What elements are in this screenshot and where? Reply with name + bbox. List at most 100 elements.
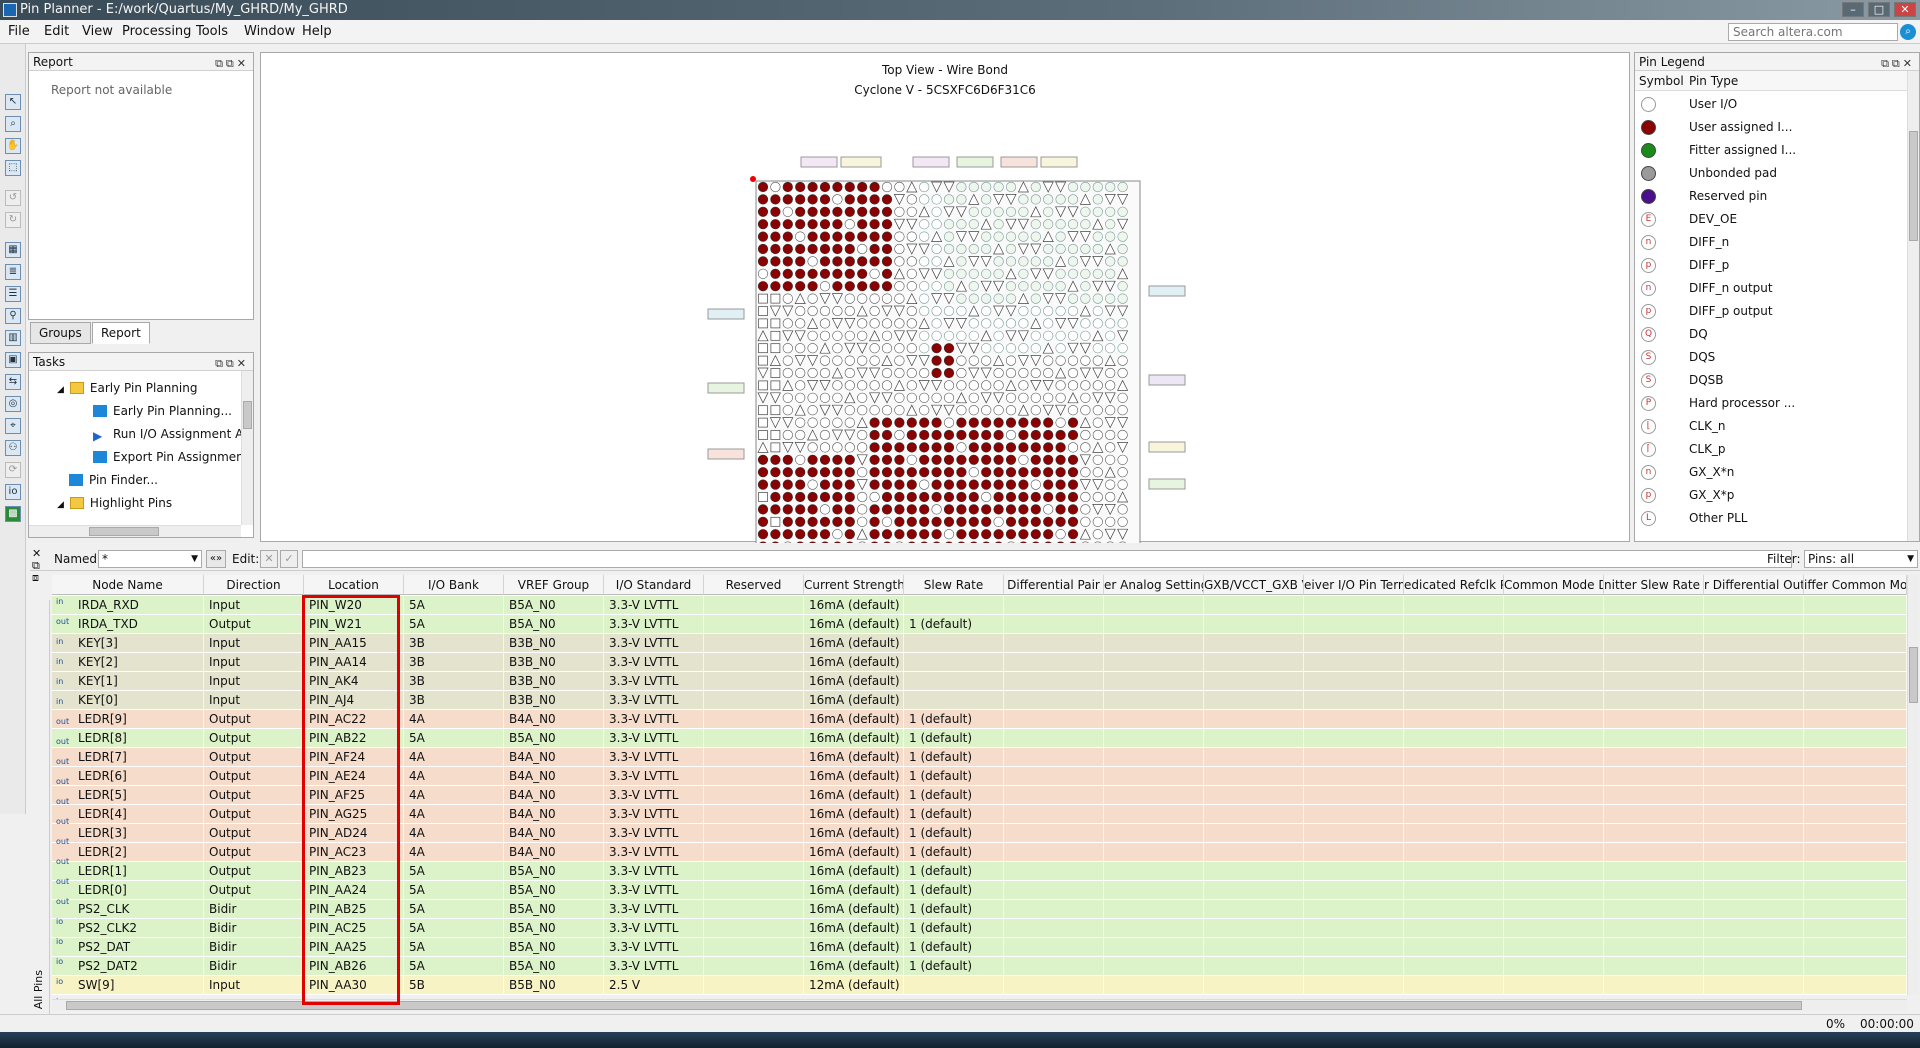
package-pin[interactable] <box>894 231 905 242</box>
package-pin[interactable] <box>869 231 880 242</box>
package-pin[interactable] <box>1117 181 1128 193</box>
package-pin[interactable] <box>894 504 905 515</box>
table-cell[interactable]: 3.3-V LVTTL <box>604 786 704 805</box>
table-cell[interactable] <box>1504 938 1604 957</box>
package-pin[interactable] <box>1005 318 1017 329</box>
table-cell[interactable] <box>704 634 804 653</box>
table-cell[interactable] <box>1004 938 1104 957</box>
package-pin[interactable] <box>1067 305 1079 317</box>
table-cell[interactable]: 3.3-V LVTTL <box>604 615 704 634</box>
package-pin[interactable] <box>857 293 868 304</box>
table-cell[interactable]: 16mA (default) <box>804 900 904 919</box>
package-pin[interactable] <box>832 206 843 217</box>
package-pin[interactable] <box>832 219 843 230</box>
package-pin[interactable] <box>1030 305 1041 317</box>
package-pin[interactable] <box>795 206 806 217</box>
package-pin[interactable] <box>832 454 843 465</box>
table-cell[interactable]: 5B <box>404 976 504 995</box>
package-pin[interactable] <box>832 281 843 292</box>
package-pin[interactable] <box>956 467 967 478</box>
table-cell[interactable] <box>704 710 804 729</box>
package-pin[interactable] <box>943 392 955 403</box>
package-pin[interactable] <box>819 281 831 292</box>
package-pin[interactable] <box>1067 429 1079 441</box>
table-cell[interactable] <box>1304 919 1404 938</box>
table-cell[interactable] <box>1004 748 1104 767</box>
table-cell[interactable] <box>1604 824 1704 843</box>
package-pin[interactable] <box>894 318 905 329</box>
package-pin[interactable] <box>981 479 992 490</box>
package-pin[interactable] <box>807 281 818 292</box>
selection-tool-icon[interactable]: ↖ <box>5 94 21 110</box>
package-pin[interactable] <box>770 380 781 391</box>
package-pin[interactable] <box>881 194 893 205</box>
package-pin[interactable] <box>844 219 855 230</box>
table-cell[interactable] <box>1204 729 1304 748</box>
package-pin[interactable] <box>956 293 967 304</box>
package-pin[interactable] <box>1018 516 1029 527</box>
table-cell[interactable]: LEDR[2] <box>52 843 204 862</box>
table-cell[interactable] <box>1704 634 1804 653</box>
package-pin[interactable] <box>795 367 806 379</box>
table-cell[interactable] <box>1004 710 1104 729</box>
table-cell[interactable] <box>1104 615 1204 634</box>
package-pin[interactable] <box>906 380 917 391</box>
package-pin[interactable] <box>1043 194 1054 205</box>
package-pin[interactable] <box>956 516 967 527</box>
table-cell[interactable] <box>1804 900 1907 919</box>
table-cell[interactable] <box>704 976 804 995</box>
table-cell[interactable]: 1 (default) <box>904 919 1004 938</box>
package-pin[interactable] <box>844 479 855 490</box>
package-pin[interactable] <box>770 504 781 515</box>
package-pin[interactable] <box>782 392 793 403</box>
package-pin[interactable] <box>795 479 806 490</box>
package-pin[interactable] <box>919 491 930 503</box>
package-pin[interactable] <box>956 442 967 453</box>
table-cell[interactable] <box>1704 615 1804 634</box>
table-cell[interactable] <box>1704 805 1804 824</box>
table-cell[interactable]: 1 (default) <box>904 957 1004 976</box>
table-cell[interactable] <box>1304 748 1404 767</box>
package-pin[interactable] <box>931 417 942 428</box>
table-cell[interactable] <box>1804 919 1907 938</box>
table-cell[interactable] <box>1404 881 1504 900</box>
panel-controls[interactable]: ⧉⧉✕ <box>215 55 249 73</box>
package-pin[interactable] <box>1067 355 1079 366</box>
package-pin[interactable] <box>1005 281 1017 292</box>
package-pin[interactable] <box>894 491 905 503</box>
table-cell[interactable]: LEDR[3] <box>52 824 204 843</box>
table-cell[interactable] <box>1304 672 1404 691</box>
package-pin[interactable] <box>869 243 880 255</box>
table-cell[interactable]: 3.3-V LVTTL <box>604 634 704 653</box>
table-cell[interactable] <box>1004 615 1104 634</box>
package-pin[interactable] <box>993 405 1004 416</box>
table-cell[interactable] <box>1604 976 1704 995</box>
table-cell[interactable] <box>1404 653 1504 672</box>
package-pin[interactable] <box>956 268 967 279</box>
package-pin[interactable] <box>782 405 793 416</box>
package-pin[interactable] <box>1092 343 1103 354</box>
package-pin[interactable] <box>782 504 793 515</box>
package-pin[interactable] <box>844 355 855 366</box>
package-pin[interactable] <box>968 479 979 490</box>
package-pin[interactable] <box>832 442 843 453</box>
menu-help[interactable]: Help <box>302 24 332 39</box>
table-cell[interactable] <box>704 900 804 919</box>
table-cell[interactable] <box>1504 615 1604 634</box>
package-pin[interactable] <box>981 417 992 428</box>
package-pin[interactable] <box>832 392 843 403</box>
table-cell[interactable] <box>1504 596 1604 615</box>
table-cell[interactable] <box>1504 805 1604 824</box>
table-cell[interactable]: 3.3-V LVTTL <box>604 805 704 824</box>
package-pin[interactable] <box>782 516 793 527</box>
table-cell[interactable] <box>1304 767 1404 786</box>
package-pin[interactable] <box>993 293 1004 304</box>
table-cell[interactable] <box>1704 691 1804 710</box>
table-cell[interactable] <box>1604 767 1704 786</box>
column-header[interactable]: GXB/VCCT_GXB V <box>1204 575 1304 595</box>
package-pin[interactable] <box>1117 392 1128 403</box>
package-pin[interactable] <box>981 181 992 193</box>
table-cell[interactable] <box>1304 957 1404 976</box>
package-pin[interactable] <box>993 504 1004 515</box>
io-icon[interactable]: io <box>5 484 21 500</box>
